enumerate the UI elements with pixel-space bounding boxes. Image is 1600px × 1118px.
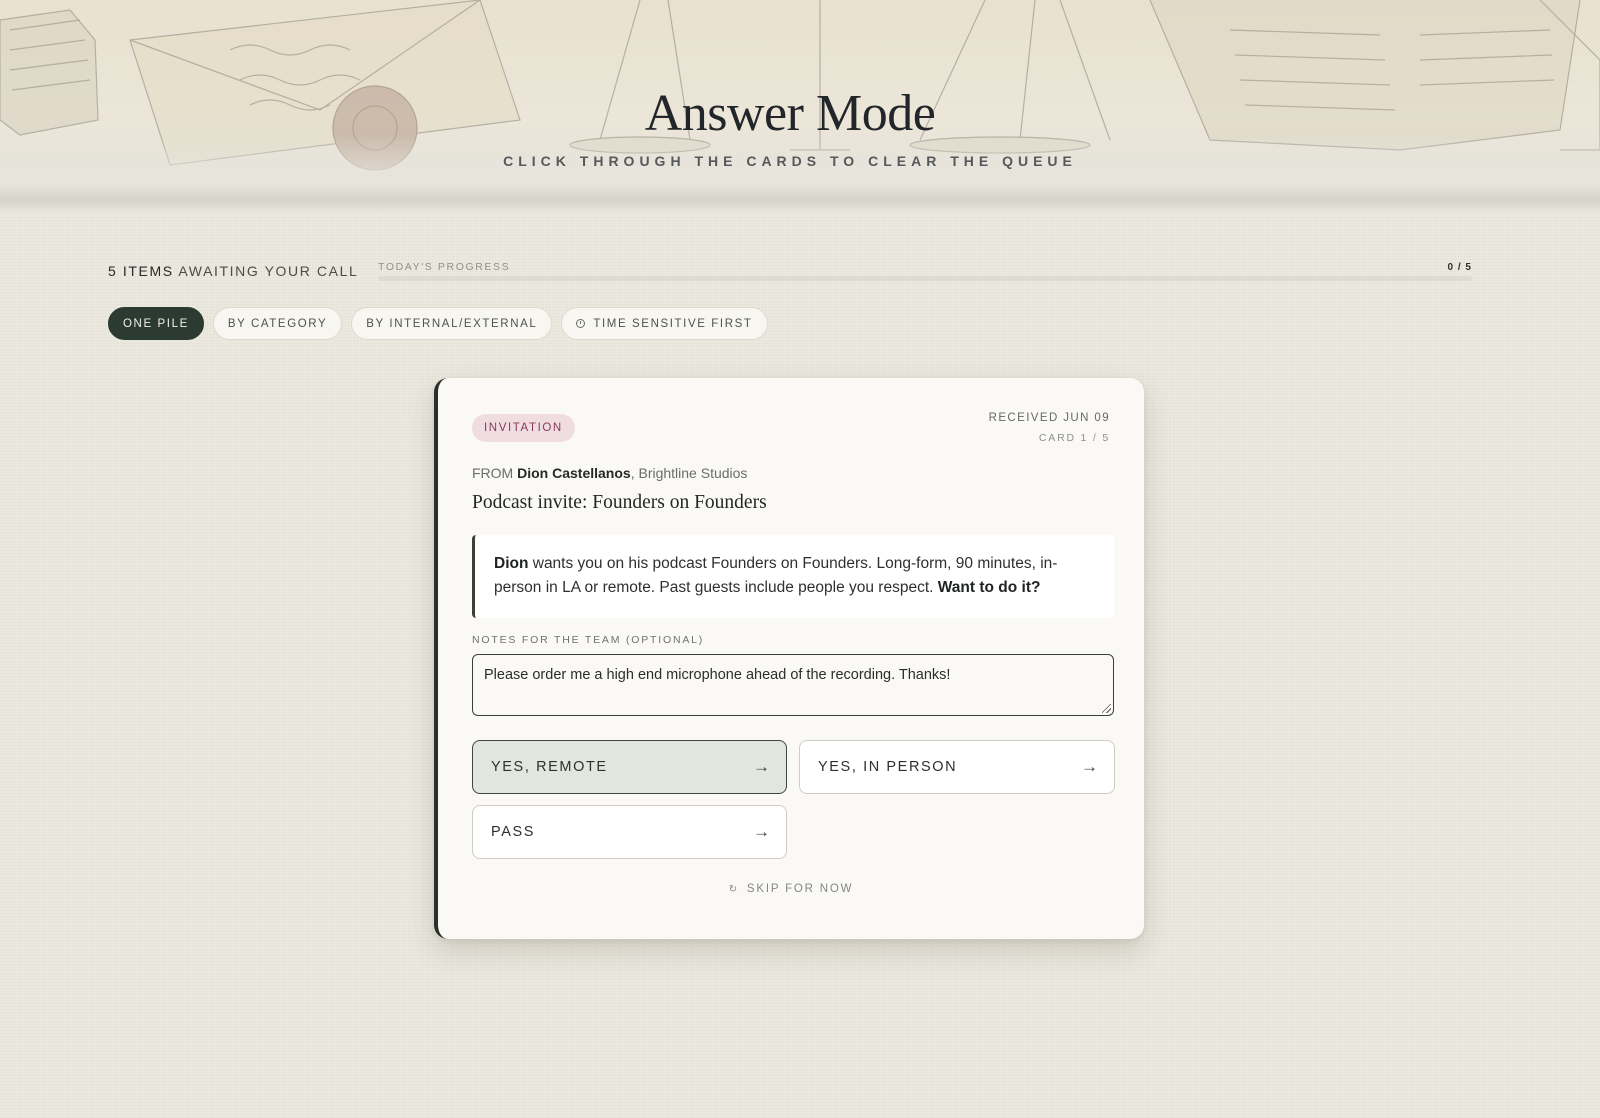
received-date: RECEIVED JUN 09 <box>988 412 1110 424</box>
skip-for-now-link[interactable]: ↻ SKIP FOR NOW <box>438 883 1144 895</box>
filter-time-sensitive-first-label: TIME SENSITIVE FIRST <box>593 317 753 330</box>
choice-yes-in-person-button[interactable]: YES, IN PERSON → <box>799 740 1115 794</box>
notes-input[interactable] <box>472 654 1114 716</box>
filter-by-category-label: BY CATEGORY <box>227 317 328 330</box>
filter-by-internal-external[interactable]: BY INTERNAL/EXTERNAL <box>351 307 553 340</box>
queue-count-suffix: AWAITING YOUR CALL <box>178 263 359 279</box>
choice-pass-button[interactable]: PASS → <box>472 805 787 859</box>
request-card: INVITATION RECEIVED JUN 09 CARD 1 / 5 FR… <box>434 378 1144 939</box>
refresh-icon: ↻ <box>728 884 739 895</box>
from-prefix: FROM <box>472 465 514 481</box>
arrow-right-icon: → <box>1081 757 1098 776</box>
choice-yes-remote-button[interactable]: YES, REMOTE → <box>472 740 787 794</box>
choice-yes-remote-label: YES, REMOTE <box>491 759 608 775</box>
banner-fade <box>0 135 1600 215</box>
arrow-right-icon: → <box>753 822 770 841</box>
sender-org: , Brightline Studios <box>630 465 748 481</box>
queue-count: 5 ITEMS AWAITING YOUR CALL <box>108 263 358 279</box>
skip-label: SKIP FOR NOW <box>746 883 854 895</box>
filter-time-sensitive-first[interactable]: TIME SENSITIVE FIRST <box>561 307 768 340</box>
message-body: Dion wants you on his podcast Founders o… <box>472 535 1114 618</box>
choice-pass-label: PASS <box>491 824 536 840</box>
progress-bar <box>378 276 1472 281</box>
page-title: Answer Mode <box>644 85 936 142</box>
progress-label: TODAY'S PROGRESS <box>378 261 511 273</box>
card-index: CARD 1 / 5 <box>1038 432 1110 444</box>
choice-yes-in-person-label: YES, IN PERSON <box>818 759 958 775</box>
category-badge: INVITATION <box>472 414 575 442</box>
filter-one-pile[interactable]: ONE PILE <box>108 307 204 340</box>
notes-label: NOTES FOR THE TEAM (OPTIONAL) <box>472 634 705 646</box>
card-subject: Podcast invite: Founders on Founders <box>472 492 767 513</box>
header-banner: Answer Mode CLICK THROUGH THE CARDS TO C… <box>0 0 1600 215</box>
message-question: Want to do it? <box>937 579 1041 596</box>
from-line: FROM Dion Castellanos, Brightline Studio… <box>472 465 747 481</box>
filter-by-internal-external-label: BY INTERNAL/EXTERNAL <box>366 317 538 330</box>
arrow-right-icon: → <box>753 757 770 776</box>
resize-grip-icon[interactable] <box>1102 704 1111 713</box>
clock-icon <box>576 319 586 328</box>
queue-count-number: 5 ITEMS <box>108 263 174 279</box>
page-subtitle: CLICK THROUGH THE CARDS TO CLEAR THE QUE… <box>503 153 1077 169</box>
filter-one-pile-label: ONE PILE <box>123 317 189 330</box>
sender-name: Dion Castellanos <box>517 465 631 481</box>
message-lead: Dion <box>494 555 529 572</box>
filter-by-category[interactable]: BY CATEGORY <box>212 307 343 340</box>
filter-pills: ONE PILE BY CATEGORY BY INTERNAL/EXTERNA… <box>108 307 768 340</box>
progress-count: 0 / 5 <box>1447 262 1472 273</box>
